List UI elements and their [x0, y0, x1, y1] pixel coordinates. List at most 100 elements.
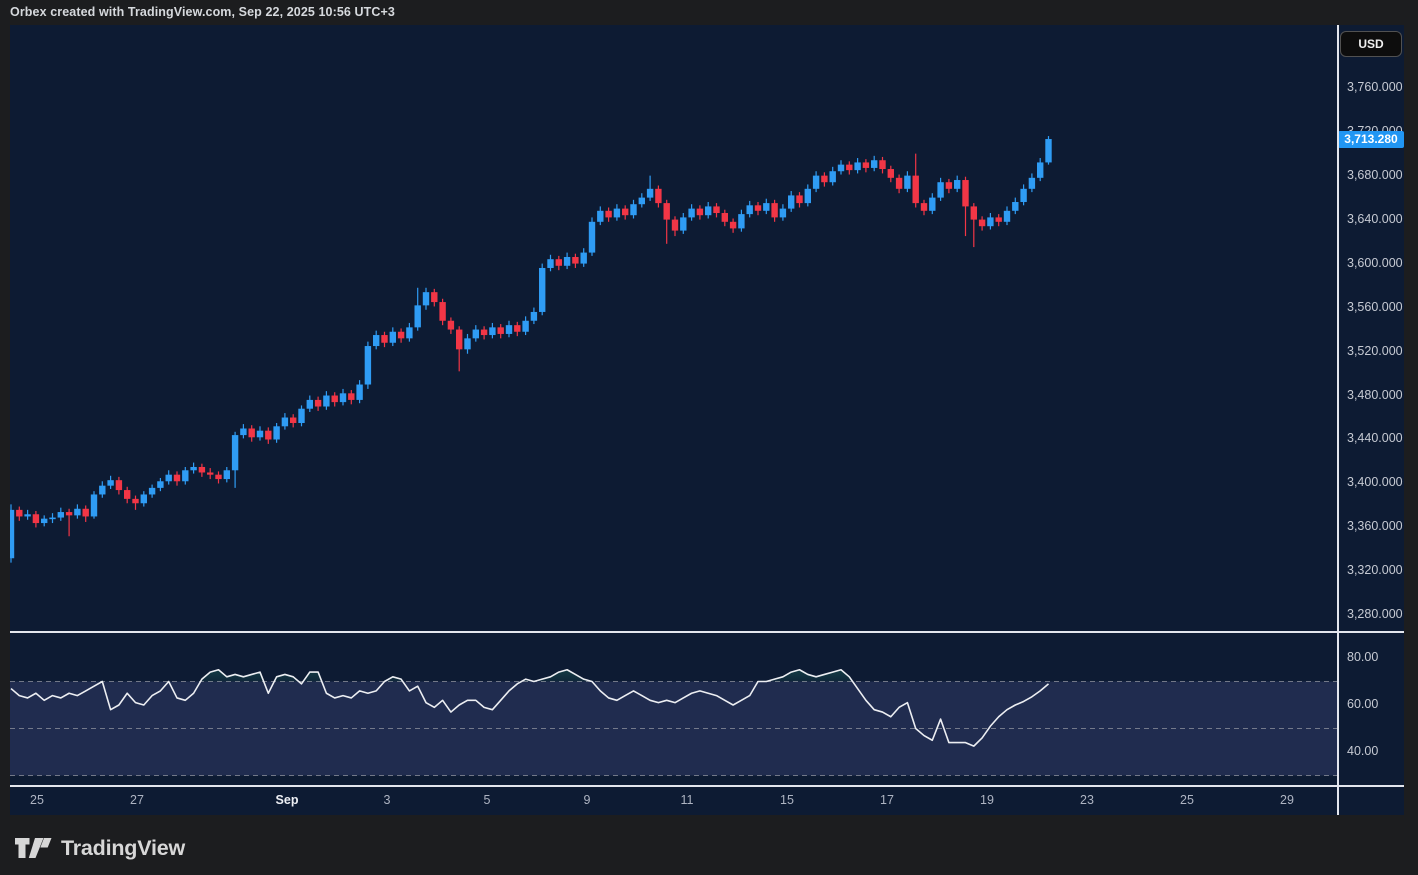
time-axis[interactable]: 2527Sep35911151719232529	[10, 787, 1404, 815]
time-axis-label: 9	[584, 793, 591, 807]
candle-body	[688, 209, 694, 218]
candle-body	[589, 222, 595, 253]
candle-body	[796, 195, 802, 203]
candle-body	[224, 470, 230, 479]
candle-body	[323, 396, 329, 407]
price-axis-separator	[1337, 25, 1339, 815]
candle-body	[738, 214, 744, 228]
candle-body	[373, 335, 379, 346]
candle-body	[83, 509, 89, 517]
candle-body	[788, 195, 794, 208]
candle-body	[365, 346, 371, 384]
candle-body	[854, 162, 860, 170]
candle-body	[506, 325, 512, 334]
candle-body	[423, 292, 429, 305]
candle-body	[315, 400, 321, 407]
candle-body	[340, 393, 346, 402]
candle-body	[16, 510, 22, 517]
candle-body	[722, 213, 728, 222]
candle-body	[199, 467, 205, 472]
candle-body	[249, 429, 255, 438]
candle-body	[141, 494, 147, 503]
rsi-axis-label: 80.00	[1347, 650, 1378, 664]
candle-body	[448, 321, 454, 330]
candle-body	[605, 211, 611, 218]
candle-body	[49, 518, 55, 520]
price-axis[interactable]: USD 3,713.280 3,760.0003,720.0003,680.00…	[1339, 25, 1404, 786]
candle-body	[763, 203, 769, 211]
candle-body	[672, 220, 678, 231]
candle-body	[863, 162, 869, 167]
pane-separator-top[interactable]	[10, 631, 1404, 633]
price-axis-label: 3,760.000	[1347, 80, 1403, 94]
candle-body	[597, 211, 603, 222]
candle-body	[348, 393, 354, 400]
candle-body	[1045, 139, 1051, 162]
time-axis-label: 19	[980, 793, 994, 807]
candle-body	[24, 514, 30, 516]
price-axis-label: 3,600.000	[1347, 256, 1403, 270]
price-axis-label: 3,360.000	[1347, 519, 1403, 533]
candle-body	[572, 257, 578, 264]
candle-body	[937, 182, 943, 197]
candlestick-price-pane[interactable]	[10, 25, 1337, 633]
candle-body	[780, 209, 786, 218]
candle-body	[456, 330, 462, 350]
candle-body	[290, 418, 296, 423]
candle-body	[655, 189, 661, 203]
candle-body	[1037, 162, 1043, 177]
time-axis-label: 29	[1280, 793, 1294, 807]
candle-body	[498, 327, 504, 334]
price-axis-label: 3,640.000	[1347, 212, 1403, 226]
candle-body	[913, 176, 919, 203]
candle-body	[356, 385, 362, 400]
candle-body	[99, 486, 105, 495]
candle-body	[232, 435, 238, 470]
candle-body	[838, 165, 844, 172]
candle-body	[522, 321, 528, 332]
candle-body	[107, 480, 113, 485]
price-axis-label: 3,680.000	[1347, 168, 1403, 182]
candle-body	[680, 217, 686, 230]
candle-body	[954, 180, 960, 189]
candle-body	[481, 330, 487, 335]
candle-body	[166, 475, 172, 482]
candle-body	[846, 165, 852, 170]
time-axis-label: 3	[384, 793, 391, 807]
tradingview-brand-link[interactable]: TradingView	[14, 830, 185, 866]
candle-body	[174, 475, 180, 482]
candle-body	[871, 160, 877, 168]
last-price-tag: 3,713.280	[1338, 131, 1404, 148]
candle-body	[124, 490, 130, 499]
candle-body	[539, 268, 545, 312]
candle-body	[813, 176, 819, 189]
candle-body	[946, 182, 952, 189]
candle-body	[1004, 211, 1010, 222]
time-axis-label: 5	[484, 793, 491, 807]
candle-body	[273, 426, 279, 439]
time-axis-label: 27	[130, 793, 144, 807]
price-axis-label: 3,280.000	[1347, 607, 1403, 621]
candle-body	[257, 431, 263, 438]
candle-body	[1012, 202, 1018, 211]
rsi-indicator-pane[interactable]	[10, 633, 1337, 786]
candle-body	[307, 400, 313, 409]
price-axis-label: 3,440.000	[1347, 431, 1403, 445]
candle-body	[771, 203, 777, 217]
time-axis-label: 23	[1080, 793, 1094, 807]
time-axis-label: 15	[780, 793, 794, 807]
candle-body	[91, 494, 97, 516]
time-axis-label: 11	[681, 793, 694, 807]
pane-separator-bottom[interactable]	[10, 785, 1404, 787]
candle-body	[996, 217, 1002, 221]
candle-body	[705, 206, 711, 215]
currency-usd-button[interactable]: USD	[1340, 31, 1402, 57]
candle-body	[664, 203, 670, 219]
candle-body	[888, 169, 894, 178]
candle-body	[614, 209, 620, 218]
candle-body	[921, 203, 927, 211]
candle-body	[979, 220, 985, 227]
price-axis-label: 3,320.000	[1347, 563, 1403, 577]
candle-body	[381, 335, 387, 343]
candle-body	[41, 519, 47, 523]
